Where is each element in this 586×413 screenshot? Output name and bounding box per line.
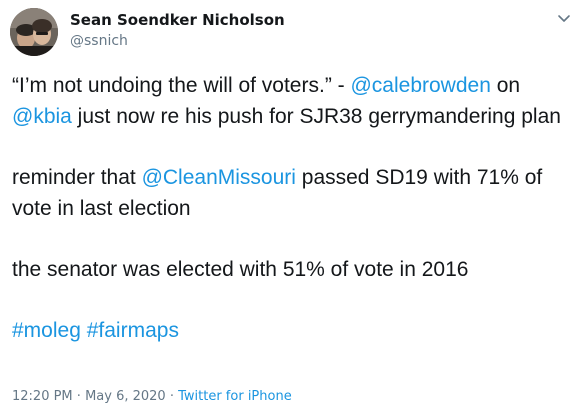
chevron-down-icon[interactable] [554, 8, 574, 28]
tweet-card: Sean Soendker Nicholson @ssnich “I’m not… [0, 0, 586, 413]
mention-link[interactable]: @calebrowden [350, 74, 490, 97]
tweet-text: “I’m not undoing the will of voters.” - … [12, 70, 582, 346]
hashtag-link[interactable]: #fairmaps [87, 319, 179, 342]
tweet-paragraph: reminder that @CleanMissouri passed SD19… [12, 162, 582, 224]
tweet-time[interactable]: 12:20 PM [12, 389, 73, 404]
tweet-metadata: 12:20 PM · May 6, 2020 · Twitter for iPh… [12, 388, 292, 406]
mention-link[interactable]: @CleanMissouri [142, 166, 296, 189]
author-handle[interactable]: @ssnich [70, 32, 128, 50]
tweet-text-segment: on [490, 74, 521, 97]
mention-link[interactable]: @kbia [12, 105, 72, 128]
meta-separator: · [72, 389, 86, 404]
tweet-date[interactable]: May 6, 2020 [85, 389, 166, 404]
tweet-source-link[interactable]: Twitter for iPhone [178, 389, 292, 404]
tweet-text-segment: reminder that [12, 166, 142, 189]
tweet-paragraph: #moleg #fairmaps [12, 315, 582, 346]
avatar[interactable] [10, 8, 58, 56]
tweet-text-segment: the senator was elected with 51% of vote… [12, 258, 469, 281]
tweet-paragraph: “I’m not undoing the will of voters.” - … [12, 70, 582, 132]
hashtag-link[interactable]: #moleg [12, 319, 81, 342]
profile-photo-icon [10, 8, 58, 56]
tweet-text-segment: “I’m not undoing the will of voters.” - [12, 74, 351, 97]
tweet-paragraph: the senator was elected with 51% of vote… [12, 254, 582, 285]
meta-separator: · [165, 389, 179, 404]
tweet-text-segment: just now re his push for SJR38 gerrymand… [71, 105, 561, 128]
author-name[interactable]: Sean Soendker Nicholson [70, 11, 285, 29]
